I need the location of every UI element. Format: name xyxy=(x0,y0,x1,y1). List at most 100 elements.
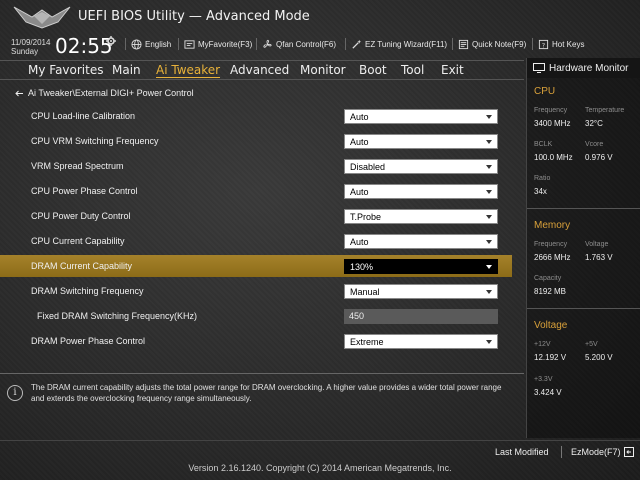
setting-row[interactable]: CPU Load-line Calibration Auto xyxy=(0,105,512,127)
footer-divider xyxy=(0,440,640,441)
toolbar-divider xyxy=(345,38,346,50)
cpu-power-duty-control-select[interactable]: T.Probe xyxy=(344,209,498,224)
monitor-icon xyxy=(533,63,545,73)
cpu-vrm-switching-frequency-select[interactable]: Auto xyxy=(344,134,498,149)
info-icon: i xyxy=(7,385,23,401)
chevron-down-icon xyxy=(486,340,492,344)
hotkeys-icon: ? xyxy=(538,39,549,49)
dram-switching-frequency-select[interactable]: Manual xyxy=(344,284,498,299)
setting-row[interactable]: CPU Current Capability Auto xyxy=(0,230,512,252)
capacity-label: Capacity xyxy=(534,275,562,282)
note-icon xyxy=(458,39,469,50)
hot-keys-label: Hot Keys xyxy=(552,40,585,49)
gear-icon[interactable] xyxy=(106,36,116,46)
vrm-spread-spectrum-select[interactable]: Disabled xyxy=(344,159,498,174)
setting-row[interactable]: CPU VRM Switching Frequency Auto xyxy=(0,130,512,152)
tab-boot[interactable]: Boot xyxy=(359,63,387,77)
qfan-control-button[interactable]: Qfan Control(F6) xyxy=(262,39,336,50)
setting-row-selected[interactable]: DRAM Current Capability 130% xyxy=(0,255,512,277)
breadcrumb: Ai Tweaker\External DIGI+ Power Control xyxy=(15,88,194,98)
setting-row[interactable]: CPU Power Duty Control T.Probe xyxy=(0,205,512,227)
myfavorite-button[interactable]: MyFavorite(F3) xyxy=(184,39,252,50)
back-arrow-icon[interactable] xyxy=(15,90,24,97)
tab-exit[interactable]: Exit xyxy=(441,63,464,77)
memory-frequency-label: Frequency xyxy=(534,241,568,248)
favorite-icon xyxy=(184,40,195,49)
ez-tuning-wizard-button[interactable]: EZ Tuning Wizard(F11) xyxy=(351,39,447,50)
toolbar-divider xyxy=(178,38,179,50)
help-text: The DRAM current capability adjusts the … xyxy=(31,383,502,403)
setting-row[interactable]: CPU Power Phase Control Auto xyxy=(0,180,512,202)
setting-label: CPU Power Phase Control xyxy=(31,186,138,196)
setting-row[interactable]: Fixed DRAM Switching Frequency(KHz) 450 xyxy=(0,305,512,327)
fixed-dram-switching-frequency-input[interactable]: 450 xyxy=(344,309,498,324)
select-value: T.Probe xyxy=(350,212,382,222)
select-value: Auto xyxy=(350,112,369,122)
date-text: 11/09/2014 xyxy=(11,38,51,47)
breadcrumb-text: Ai Tweaker\External DIGI+ Power Control xyxy=(28,88,194,98)
quick-note-button[interactable]: Quick Note(F9) xyxy=(458,39,526,50)
cpu-temperature-label: Temperature xyxy=(585,107,625,114)
clock: 02:55 xyxy=(55,34,113,58)
tab-advanced[interactable]: Advanced xyxy=(230,63,289,77)
cpu-current-capability-select[interactable]: Auto xyxy=(344,234,498,249)
v12-label: +12V xyxy=(534,341,551,348)
tab-tool[interactable]: Tool xyxy=(401,63,424,77)
chevron-down-icon xyxy=(486,190,492,194)
toolbar-divider xyxy=(125,38,126,50)
cpu-loadline-calibration-select[interactable]: Auto xyxy=(344,109,498,124)
v33-label: +3.3V xyxy=(534,376,553,383)
chevron-down-icon xyxy=(486,290,492,294)
memory-voltage-value: 1.763 V xyxy=(585,253,613,262)
app-title: UEFI BIOS Utility — Advanced Mode xyxy=(78,9,310,24)
dram-current-capability-select[interactable]: 130% xyxy=(344,259,498,274)
chevron-down-icon xyxy=(486,240,492,244)
memory-section-title: Memory xyxy=(534,220,571,231)
language-button[interactable]: English xyxy=(131,39,171,50)
select-value: Manual xyxy=(350,287,380,297)
v5-label: +5V xyxy=(585,341,598,348)
chevron-down-icon xyxy=(486,115,492,119)
language-label: English xyxy=(145,40,172,49)
select-value: 130% xyxy=(350,262,374,272)
header: UEFI BIOS Utility — Advanced Mode 11/09/… xyxy=(0,0,640,60)
bclk-label: BCLK xyxy=(534,141,553,148)
dram-power-phase-control-select[interactable]: Extreme xyxy=(344,334,498,349)
tab-ai-tweaker[interactable]: Ai Tweaker xyxy=(156,63,221,78)
chevron-down-icon xyxy=(486,165,492,169)
select-value: Disabled xyxy=(350,162,386,172)
setting-row[interactable]: DRAM Switching Frequency Manual xyxy=(0,280,512,302)
myfavorite-label: MyFavorite(F3) xyxy=(198,40,253,49)
vcore-value: 0.976 V xyxy=(585,153,613,162)
tab-my-favorites[interactable]: My Favorites xyxy=(28,63,103,77)
select-value: Auto xyxy=(350,237,369,247)
toolbar-divider xyxy=(256,38,257,50)
v5-value: 5.200 V xyxy=(585,353,613,362)
tab-main[interactable]: Main xyxy=(112,63,141,77)
memory-frequency-value: 2666 MHz xyxy=(534,253,571,262)
hot-keys-button[interactable]: ? Hot Keys xyxy=(538,39,584,50)
setting-label: CPU Load-line Calibration xyxy=(31,111,136,121)
chevron-down-icon xyxy=(486,215,492,219)
setting-row[interactable]: VRM Spread Spectrum Disabled xyxy=(0,155,512,177)
voltage-section-title: Voltage xyxy=(534,320,568,331)
day-text: Sunday xyxy=(11,47,39,56)
setting-label: DRAM Switching Frequency xyxy=(31,286,144,296)
cpu-power-phase-control-select[interactable]: Auto xyxy=(344,184,498,199)
setting-label: DRAM Power Phase Control xyxy=(31,336,146,346)
last-modified-button[interactable]: Last Modified xyxy=(495,447,549,457)
ezmode-label: EzMode(F7) xyxy=(571,447,621,457)
select-value: Auto xyxy=(350,187,369,197)
hardware-monitor-panel: Hardware Monitor CPU Frequency Temperatu… xyxy=(526,58,640,438)
chevron-down-icon xyxy=(486,265,492,269)
toolbar-divider xyxy=(532,38,533,50)
cpu-frequency-label: Frequency xyxy=(534,107,568,114)
wizard-icon xyxy=(352,39,362,49)
hardware-monitor-title: Hardware Monitor xyxy=(549,62,629,74)
help-panel: i The DRAM current capability adjusts th… xyxy=(0,373,524,413)
setting-row[interactable]: DRAM Power Phase Control Extreme xyxy=(0,330,512,352)
bclk-value: 100.0 MHz xyxy=(534,153,573,162)
copyright-text: Version 2.16.1240. Copyright (C) 2014 Am… xyxy=(188,463,452,473)
ezmode-button[interactable]: EzMode(F7) xyxy=(571,447,634,457)
tab-monitor[interactable]: Monitor xyxy=(300,63,346,77)
